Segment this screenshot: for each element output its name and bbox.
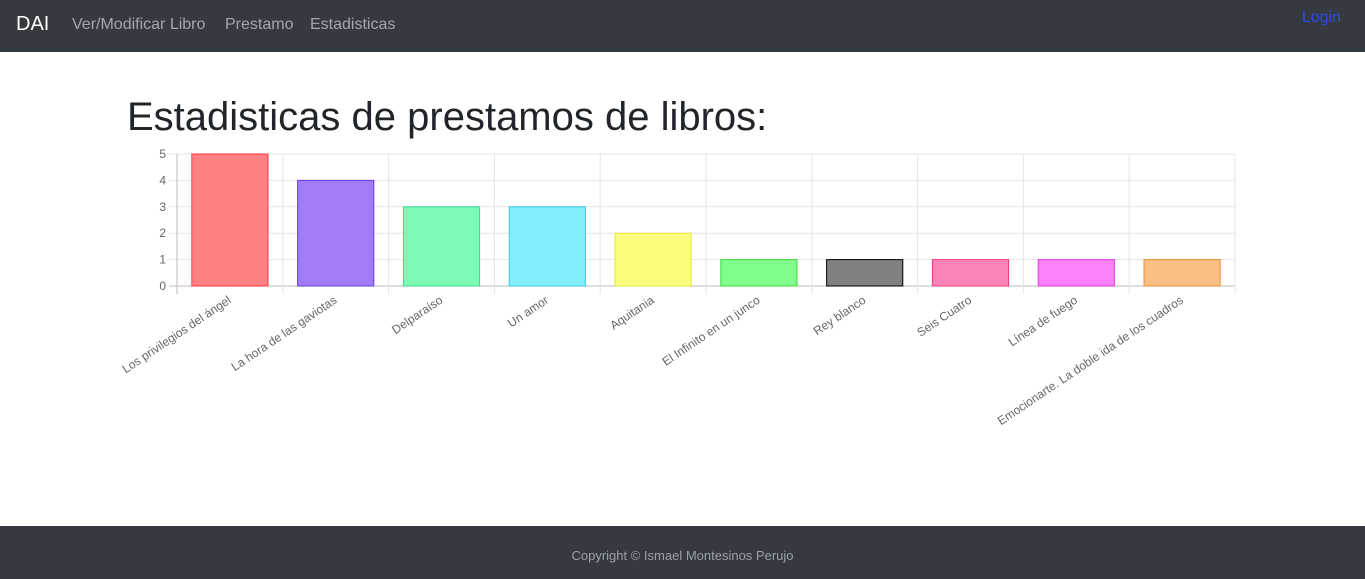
bar	[614, 232, 692, 287]
x-tick-label: Aquitania	[607, 293, 657, 333]
bar	[931, 259, 1010, 287]
bar	[402, 206, 481, 287]
bar	[720, 259, 798, 287]
brand-link[interactable]: DAI	[16, 12, 49, 36]
bar	[1143, 259, 1221, 287]
x-tick-label: Delparaíso	[389, 293, 445, 337]
x-tick-label: Rey blanco	[811, 293, 869, 338]
nav-link-prestamo[interactable]: Prestamo	[225, 15, 293, 34]
bar	[297, 179, 375, 287]
bar	[1037, 259, 1115, 287]
x-tick-label: El Infinito en un junco	[660, 293, 763, 369]
bar-chart: 0 1 2 3 4 5 Los privilegios del ángelLa hora d…	[120, 147, 1236, 428]
x-tick-label: Línea de fuego	[1006, 293, 1080, 350]
nav-link-ver-modificar-libro[interactable]: Ver/Modificar Libro	[72, 15, 205, 34]
bar	[508, 206, 586, 287]
y-tick-label: 1	[159, 253, 166, 267]
bar	[826, 259, 904, 287]
y-tick-label: 2	[159, 226, 166, 240]
y-tick-label: 4	[159, 173, 166, 187]
navbar: DAI Ver/Modificar Libro Prestamo Estadis…	[0, 0, 1365, 52]
nav-link-estadisticas[interactable]: Estadisticas	[310, 15, 395, 34]
bar	[191, 153, 269, 287]
x-tick-label: Un amor	[505, 293, 551, 330]
login-link[interactable]: Login	[1302, 8, 1341, 27]
page-title: Estadisticas de prestamos de libros:	[127, 95, 768, 139]
x-tick-label: Seis Cuatro	[914, 293, 974, 340]
copyright-text: Copyright © Ismael Montesinos Perujo	[571, 548, 794, 563]
x-tick-label: Los privilegios del ángel	[120, 293, 234, 376]
y-tick-label: 3	[159, 200, 166, 214]
footer: Copyright © Ismael Montesinos Perujo	[0, 526, 1365, 579]
y-tick-label: 0	[159, 279, 166, 293]
x-tick-label: La hora de las gaviotas	[229, 293, 340, 374]
y-tick-label: 5	[159, 147, 166, 161]
x-tick-label: Emocionarte. La doble ida de los cuadros	[995, 293, 1186, 428]
